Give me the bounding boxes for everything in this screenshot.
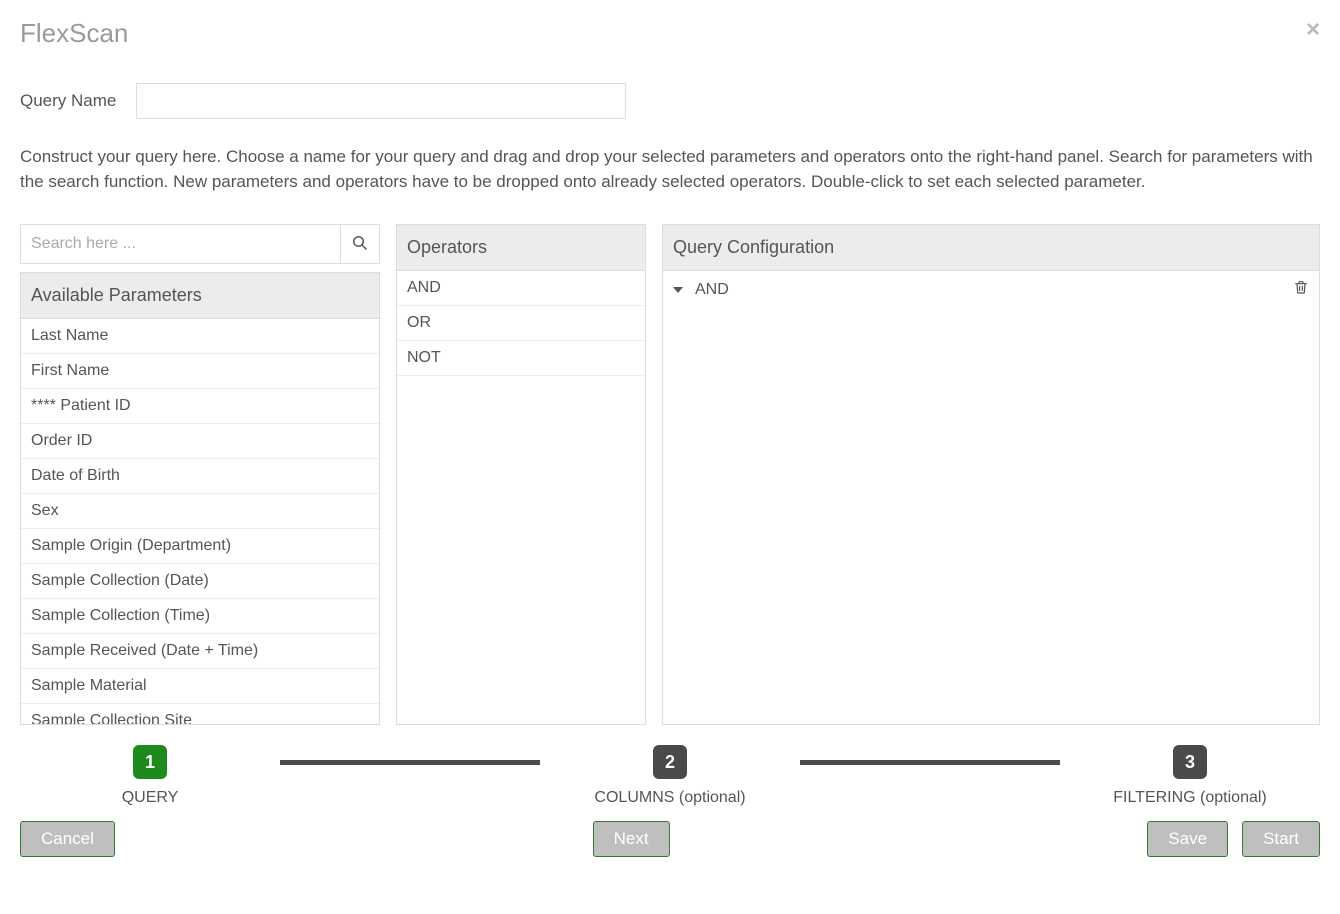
parameter-item[interactable]: Sample Material <box>21 669 379 704</box>
operator-item[interactable]: NOT <box>397 341 645 376</box>
step-3-badge: 3 <box>1173 745 1207 779</box>
trash-icon[interactable] <box>1293 279 1309 300</box>
operators-title: Operators <box>397 225 645 271</box>
caret-down-icon[interactable] <box>673 287 683 293</box>
query-name-input[interactable] <box>136 83 626 119</box>
step-2-badge: 2 <box>653 745 687 779</box>
parameter-item[interactable]: Order ID <box>21 424 379 459</box>
left-column: Available Parameters Last NameFirst Name… <box>20 224 380 725</box>
query-config-root-label: AND <box>695 281 729 299</box>
parameter-item[interactable]: Sex <box>21 494 379 529</box>
step-3[interactable]: 3 FILTERING (optional) <box>1060 745 1320 807</box>
query-configuration-title: Query Configuration <box>663 225 1319 271</box>
search-icon <box>352 235 368 254</box>
query-name-label: Query Name <box>20 91 116 111</box>
available-parameters-panel: Available Parameters Last NameFirst Name… <box>20 272 380 725</box>
step-1-label: QUERY <box>122 789 179 807</box>
step-line-2 <box>800 760 1060 765</box>
query-configuration-panel: Query Configuration AND <box>662 224 1320 725</box>
panels-grid: Available Parameters Last NameFirst Name… <box>20 224 1320 725</box>
action-bar: Cancel Next Save Start <box>20 821 1320 857</box>
parameter-item[interactable]: **** Patient ID <box>21 389 379 424</box>
search-button[interactable] <box>340 224 380 264</box>
step-1-badge: 1 <box>133 745 167 779</box>
parameter-item[interactable]: Last Name <box>21 319 379 354</box>
parameter-item[interactable]: Sample Origin (Department) <box>21 529 379 564</box>
query-name-row: Query Name <box>20 83 1320 119</box>
cancel-button[interactable]: Cancel <box>20 821 115 857</box>
stepper: 1 QUERY 2 COLUMNS (optional) 3 FILTERING… <box>20 745 1320 807</box>
start-button[interactable]: Start <box>1242 821 1320 857</box>
save-button[interactable]: Save <box>1147 821 1228 857</box>
operators-panel: Operators ANDORNOT <box>396 224 646 725</box>
next-button[interactable]: Next <box>593 821 670 857</box>
step-line-1 <box>280 760 540 765</box>
dialog-header: FlexScan × <box>20 18 1320 49</box>
query-configuration-body[interactable]: AND <box>663 271 1319 724</box>
close-icon[interactable]: × <box>1306 18 1320 42</box>
available-parameters-list[interactable]: Last NameFirst Name**** Patient IDOrder … <box>21 319 379 724</box>
step-1[interactable]: 1 QUERY <box>20 745 280 807</box>
step-2-label: COLUMNS (optional) <box>594 789 745 807</box>
operator-item[interactable]: AND <box>397 271 645 306</box>
parameter-item[interactable]: Sample Collection Site <box>21 704 379 724</box>
parameter-item[interactable]: Sample Collection (Date) <box>21 564 379 599</box>
parameter-item[interactable]: Sample Collection (Time) <box>21 599 379 634</box>
operator-item[interactable]: OR <box>397 306 645 341</box>
operators-list: ANDORNOT <box>397 271 645 376</box>
search-input[interactable] <box>20 224 340 264</box>
step-2[interactable]: 2 COLUMNS (optional) <box>540 745 800 807</box>
query-config-root-row[interactable]: AND <box>673 279 1309 300</box>
search-row <box>20 224 380 264</box>
help-text: Construct your query here. Choose a name… <box>20 145 1320 194</box>
flexscan-dialog: FlexScan × Query Name Construct your que… <box>0 0 1340 877</box>
parameter-item[interactable]: Sample Received (Date + Time) <box>21 634 379 669</box>
step-3-label: FILTERING (optional) <box>1113 789 1267 807</box>
dialog-title: FlexScan <box>20 18 128 49</box>
parameter-item[interactable]: Date of Birth <box>21 459 379 494</box>
available-parameters-title: Available Parameters <box>21 273 379 319</box>
parameter-item[interactable]: First Name <box>21 354 379 389</box>
